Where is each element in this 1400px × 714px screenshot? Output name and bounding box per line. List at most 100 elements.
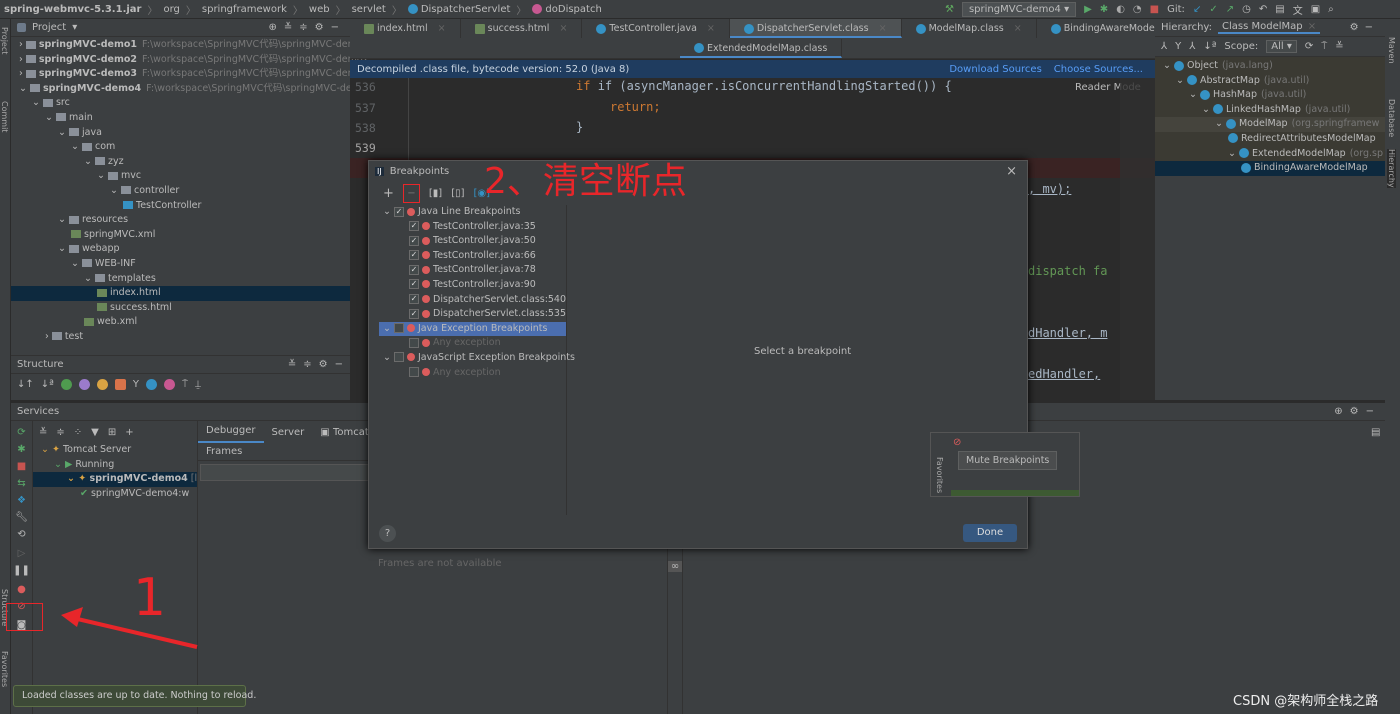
refresh-icon[interactable]: ⟲ bbox=[11, 529, 32, 540]
group-checkbox[interactable]: ✓ bbox=[393, 206, 404, 217]
breakpoint-checkbox[interactable]: ✓ bbox=[409, 279, 419, 290]
crumb-class[interactable]: DispatcherServlet bbox=[407, 3, 510, 15]
search-icon[interactable]: ⌕ bbox=[1328, 4, 1334, 15]
pause-icon[interactable]: ❚❚ bbox=[11, 565, 32, 576]
project-tree-item[interactable]: TestController bbox=[11, 199, 350, 214]
breakpoint-checkbox[interactable] bbox=[409, 367, 419, 378]
project-tree-item[interactable]: success.html bbox=[11, 301, 350, 316]
chevron-icon[interactable]: › bbox=[19, 54, 26, 65]
breakpoint-checkbox[interactable]: ✓ bbox=[409, 235, 419, 246]
chevron-icon[interactable]: ⌄ bbox=[383, 352, 394, 363]
breakpoint-item[interactable]: ✓ TestController.java:90 bbox=[379, 278, 566, 293]
choose-sources-link[interactable]: Choose Sources... bbox=[1054, 64, 1143, 75]
favorites-tab[interactable]: Favorites bbox=[935, 457, 944, 493]
crumb-jar[interactable]: spring-webmvc-5.3.1.jar bbox=[4, 4, 141, 15]
profile-icon[interactable]: ◔ bbox=[1133, 4, 1142, 15]
view-breakpoints-icon[interactable]: ● bbox=[11, 584, 32, 595]
hierarchy-item[interactable]: ⌄ HashMap (java.util) bbox=[1155, 88, 1385, 103]
rerun-server-icon[interactable]: ✱ bbox=[11, 444, 32, 455]
hierarchy-item[interactable]: ⌄ Object (java.lang) bbox=[1155, 59, 1385, 74]
breakpoint-item[interactable]: Any exception bbox=[379, 336, 566, 351]
breakpoint-checkbox[interactable]: ✓ bbox=[409, 250, 419, 261]
hierarchy-tool-tab[interactable]: Hierarchy bbox=[1387, 149, 1396, 188]
chevron-icon[interactable]: ⌄ bbox=[97, 170, 108, 181]
update-app-icon[interactable]: ⇆ bbox=[11, 478, 32, 489]
autoscroll-from-source-icon[interactable]: ⍊ bbox=[195, 379, 201, 390]
stop-icon[interactable]: ■ bbox=[1150, 4, 1159, 15]
chevron-icon[interactable]: ⌄ bbox=[58, 127, 69, 138]
expand-all-icon[interactable]: ≚ bbox=[39, 427, 47, 438]
watches-icon[interactable]: ∞ bbox=[668, 561, 682, 572]
lambdas-icon[interactable] bbox=[145, 378, 157, 390]
project-tree-item[interactable]: ⌄ zyz bbox=[11, 155, 350, 170]
code-minimap[interactable] bbox=[1120, 78, 1155, 400]
sort-visibility-icon[interactable]: ↓↑ bbox=[17, 379, 34, 390]
chevron-icon[interactable]: ⌄ bbox=[1176, 75, 1187, 86]
new-tab-icon[interactable]: ⊞ bbox=[108, 427, 116, 438]
breakpoint-item[interactable]: ✓ DispatcherServlet.class:540 bbox=[379, 293, 566, 308]
breakpoint-item[interactable]: ✓ DispatcherServlet.class:535 bbox=[379, 307, 566, 322]
run-config-select[interactable]: springMVC-demo4 ▾ bbox=[961, 2, 1077, 17]
chevron-icon[interactable]: ⌄ bbox=[58, 214, 69, 225]
history-icon[interactable]: ◷ bbox=[1242, 4, 1251, 15]
project-tree-item[interactable]: › test bbox=[11, 330, 350, 345]
services-tree-item[interactable]: ⌄ ▶ Running bbox=[33, 458, 197, 473]
hierarchy-item[interactable]: BindingAwareModelMap bbox=[1155, 161, 1385, 176]
scope-select[interactable]: All ▾ bbox=[1266, 40, 1297, 53]
refresh-icon[interactable]: ⟳ bbox=[1305, 41, 1313, 52]
breakpoint-item[interactable]: Any exception bbox=[379, 366, 566, 381]
git-commit-icon[interactable]: ✓ bbox=[1209, 4, 1217, 15]
layout-icon[interactable]: ▣ bbox=[1311, 4, 1320, 15]
project-header-actions[interactable]: ⊕≚≑⚙− bbox=[269, 22, 350, 33]
filter-icon[interactable]: ▼ bbox=[91, 427, 99, 438]
crumb-servlet[interactable]: servlet bbox=[352, 4, 386, 15]
close-tab-icon[interactable]: × bbox=[438, 23, 446, 34]
project-tree-item[interactable]: ⌄ main bbox=[11, 111, 350, 126]
translate-icon[interactable]: 文 bbox=[1293, 2, 1303, 17]
properties-icon[interactable] bbox=[78, 378, 90, 390]
close-tab-icon[interactable]: × bbox=[559, 23, 567, 34]
chevron-icon[interactable]: › bbox=[19, 68, 26, 79]
chevron-down-icon[interactable]: ▾ bbox=[72, 22, 77, 33]
chevron-icon[interactable]: ⌄ bbox=[71, 258, 82, 269]
rerun-icon[interactable]: ⟳ bbox=[11, 427, 32, 438]
chevron-icon[interactable]: ⌄ bbox=[84, 273, 95, 284]
sort-alpha-icon[interactable]: ↓ª bbox=[41, 379, 54, 390]
chevron-icon[interactable]: ⌄ bbox=[45, 112, 56, 123]
project-tree-item[interactable]: ⌄ com bbox=[11, 140, 350, 155]
chevron-icon[interactable]: › bbox=[45, 331, 52, 342]
tab-extendedmodelmap[interactable]: ExtendedModelMap.class bbox=[680, 38, 843, 58]
hierarchy-item[interactable]: ⌄ LinkedHashMap (java.util) bbox=[1155, 103, 1385, 118]
breakpoint-checkbox[interactable]: ✓ bbox=[409, 221, 419, 232]
group-checkbox[interactable] bbox=[393, 323, 404, 334]
project-tree-item[interactable]: ⌄ java bbox=[11, 126, 350, 141]
chevron-icon[interactable]: ⌄ bbox=[19, 83, 30, 94]
group-by-package-icon[interactable]: [▮] bbox=[429, 188, 442, 199]
chevron-icon[interactable]: ⌄ bbox=[84, 156, 95, 167]
services-tree-item[interactable]: ⌄ ✦ Tomcat Server bbox=[33, 443, 197, 458]
project-tree-item[interactable]: ⌄ controller bbox=[11, 184, 350, 199]
git-push-icon[interactable]: ↗ bbox=[1226, 4, 1234, 15]
crumb-method[interactable]: doDispatch bbox=[532, 3, 602, 15]
editor-tab[interactable]: TestController.java × bbox=[582, 19, 730, 38]
tab-debugger[interactable]: Debugger bbox=[198, 421, 264, 443]
download-sources-link[interactable]: Download Sources bbox=[949, 64, 1041, 75]
chevron-icon[interactable]: ⌄ bbox=[383, 323, 394, 334]
project-tree-item[interactable]: ⌄ springMVC-demo4 F:\workspace\SpringMVC代… bbox=[11, 82, 373, 97]
coverage-icon[interactable]: ◐ bbox=[1116, 4, 1125, 15]
breakpoint-group[interactable]: ⌄ JavaScript Exception Breakpoints bbox=[379, 351, 575, 366]
breakpoint-item[interactable]: ✓ TestController.java:35 bbox=[379, 220, 566, 235]
tab-server[interactable]: Server bbox=[264, 427, 313, 438]
layout-icon[interactable]: ▤ bbox=[1371, 427, 1380, 438]
git-update-icon[interactable]: ↙ bbox=[1193, 4, 1201, 15]
resume-icon[interactable]: ▷ bbox=[11, 548, 32, 559]
chevron-icon[interactable]: ⌄ bbox=[1228, 148, 1239, 159]
editor-tab[interactable]: DispatcherServlet.class × bbox=[729, 19, 902, 38]
settings-wrench-icon[interactable]: 🔧︎ bbox=[11, 512, 32, 523]
project-tree-item[interactable]: springMVC.xml bbox=[11, 228, 350, 243]
lambda-icon[interactable] bbox=[163, 378, 175, 390]
editor-tab[interactable]: index.html × bbox=[350, 19, 461, 38]
expand-icon[interactable]: ≚ bbox=[1335, 41, 1343, 52]
add-breakpoint-icon[interactable]: + bbox=[383, 186, 394, 201]
group-by-file-icon[interactable]: [▯] bbox=[451, 188, 464, 199]
